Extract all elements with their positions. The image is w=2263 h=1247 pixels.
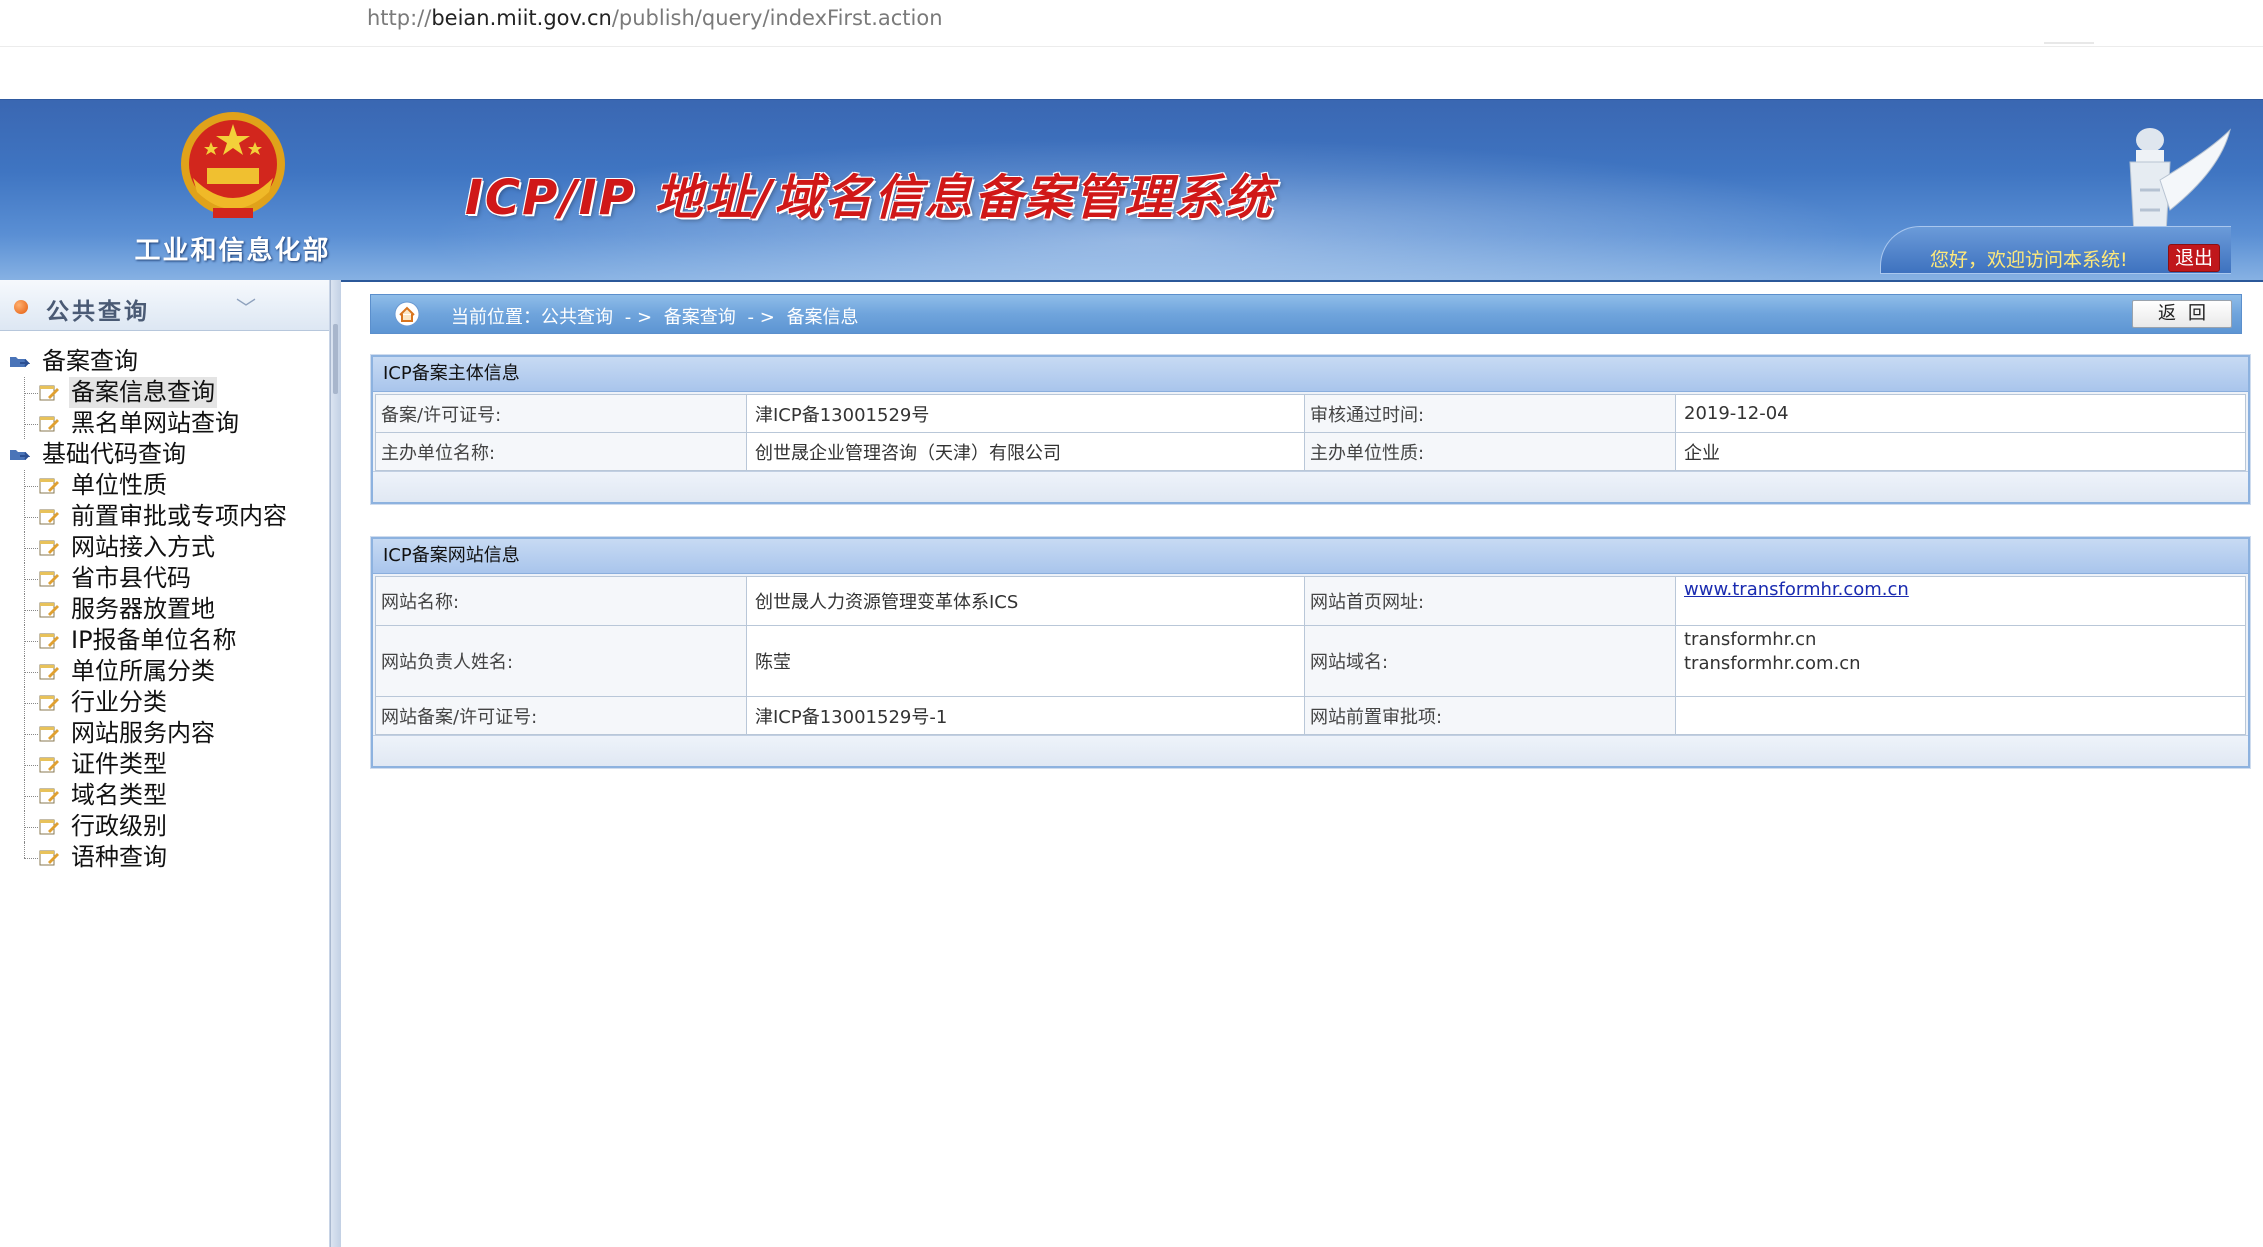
edit-page-icon [39, 819, 59, 835]
domain-item: transformhr.cn [1684, 629, 1817, 650]
field-label: 网站域名: [1304, 625, 1676, 697]
edit-page-icon [39, 850, 59, 866]
field-label: 备案/许可证号: [375, 394, 747, 433]
site-banner: 工业和信息化部 ICP/IP 地址/域名信息备案管理系统 您好，欢迎访问本系统!… [0, 99, 2263, 282]
field-label: 网站首页网址: [1304, 576, 1676, 626]
website-name: 创世晟人力资源管理变革体系ICS [746, 576, 1305, 626]
edit-page-icon [39, 788, 59, 804]
edit-page-icon [39, 385, 59, 401]
breadcrumb-separator: - > [747, 307, 775, 328]
breadcrumb-level3: 备案信息 [786, 307, 859, 328]
table-row: 网站备案/许可证号: 津ICP备13001529号-1 网站前置审批项: [375, 696, 2246, 735]
panel-footer [373, 735, 2248, 766]
panel-title: ICP备案网站信息 [373, 539, 2248, 574]
edit-page-icon [39, 571, 59, 587]
browser-address-bar[interactable]: http://beian.miit.gov.cn/publish/query/i… [0, 0, 2263, 47]
edit-page-icon [39, 540, 59, 556]
field-label: 审核通过时间: [1304, 394, 1676, 433]
bullet-icon [14, 300, 28, 314]
subject-info-panel: ICP备案主体信息 备案/许可证号: 津ICP备13001529号 审核通过时间… [371, 355, 2250, 504]
field-label: 主办单位性质: [1304, 432, 1676, 471]
edit-page-icon [39, 416, 59, 432]
home-icon[interactable] [394, 301, 420, 327]
field-label: 网站负责人姓名: [375, 625, 747, 697]
system-title: ICP/IP 地址/域名信息备案管理系统 [465, 170, 1275, 226]
logout-button[interactable]: 退出 [2168, 244, 2220, 272]
domain-item: transformhr.com.cn [1684, 653, 1861, 674]
back-button[interactable]: 返回 [2132, 300, 2232, 328]
website-info-panel: ICP备案网站信息 网站名称: 创世晟人力资源管理变革体系ICS 网站首页网址:… [371, 537, 2250, 768]
welcome-text: 您好，欢迎访问本系统! [1930, 249, 2128, 271]
splitter-grip[interactable] [333, 324, 338, 394]
website-owner: 陈莹 [746, 625, 1305, 697]
toolbar-spacer [0, 47, 2263, 99]
approval-date: 2019-12-04 [1675, 394, 2246, 433]
chevron-down-icon[interactable]: ﹀ [236, 292, 256, 321]
license-number: 津ICP备13001529号 [746, 394, 1305, 433]
field-label: 网站备案/许可证号: [375, 696, 747, 735]
sidebar: 公共查询 ﹀ 备案查询 备案信息查询 黑名单网站查询 基础代码查询 单位性质 前… [0, 280, 330, 1247]
field-label: 网站前置审批项: [1304, 696, 1676, 735]
url-text[interactable]: http://beian.miit.gov.cn/publish/query/i… [367, 6, 943, 30]
edit-page-icon [39, 478, 59, 494]
edit-page-icon [39, 726, 59, 742]
sidebar-splitter[interactable] [330, 280, 341, 1247]
edit-page-icon [39, 509, 59, 525]
edit-page-icon [39, 757, 59, 773]
breadcrumb-prefix: 当前位置：公共查询 [451, 307, 613, 328]
organizer-nature: 企业 [1675, 432, 2246, 471]
subject-info-table: 备案/许可证号: 津ICP备13001529号 审核通过时间: 2019-12-… [375, 394, 2246, 471]
edit-page-icon [39, 633, 59, 649]
organizer-name: 创世晟企业管理咨询（天津）有限公司 [746, 432, 1305, 471]
breadcrumb-separator: - > [624, 307, 653, 328]
national-emblem-icon [181, 112, 285, 218]
website-license: 津ICP备13001529号-1 [746, 696, 1305, 735]
edit-page-icon [39, 664, 59, 680]
sidebar-header-label: 公共查询 [46, 299, 150, 325]
table-row: 主办单位名称: 创世晟企业管理咨询（天津）有限公司 主办单位性质: 企业 [375, 432, 2246, 471]
homepage-link[interactable]: www.transformhr.com.cn [1684, 579, 1909, 600]
edit-page-icon [39, 602, 59, 618]
table-row: 网站名称: 创世晟人力资源管理变革体系ICS 网站首页网址: www.trans… [375, 576, 2246, 626]
panel-title: ICP备案主体信息 [373, 357, 2248, 392]
table-row: 网站负责人姓名: 陈莹 网站域名: transformhr.cn transfo… [375, 625, 2246, 697]
field-label: 网站名称: [375, 576, 747, 626]
folder-arrow-icon [10, 450, 30, 460]
folder-arrow-icon [10, 357, 30, 367]
preapproval-items [1675, 696, 2246, 735]
sidebar-header[interactable]: 公共查询 ﹀ [0, 280, 329, 331]
panel-footer [373, 471, 2248, 502]
field-label: 主办单位名称: [375, 432, 747, 471]
edit-page-icon [39, 695, 59, 711]
ministry-name: 工业和信息化部 [134, 236, 331, 266]
toolbar-divider [2044, 42, 2094, 44]
table-row: 备案/许可证号: 津ICP备13001529号 审核通过时间: 2019-12-… [375, 394, 2246, 433]
breadcrumb-level2[interactable]: 备案查询 [664, 307, 736, 328]
breadcrumb: 当前位置：公共查询 - > 备案查询 - > 备案信息 [370, 294, 2242, 334]
website-info-table: 网站名称: 创世晟人力资源管理变革体系ICS 网站首页网址: www.trans… [375, 576, 2246, 735]
